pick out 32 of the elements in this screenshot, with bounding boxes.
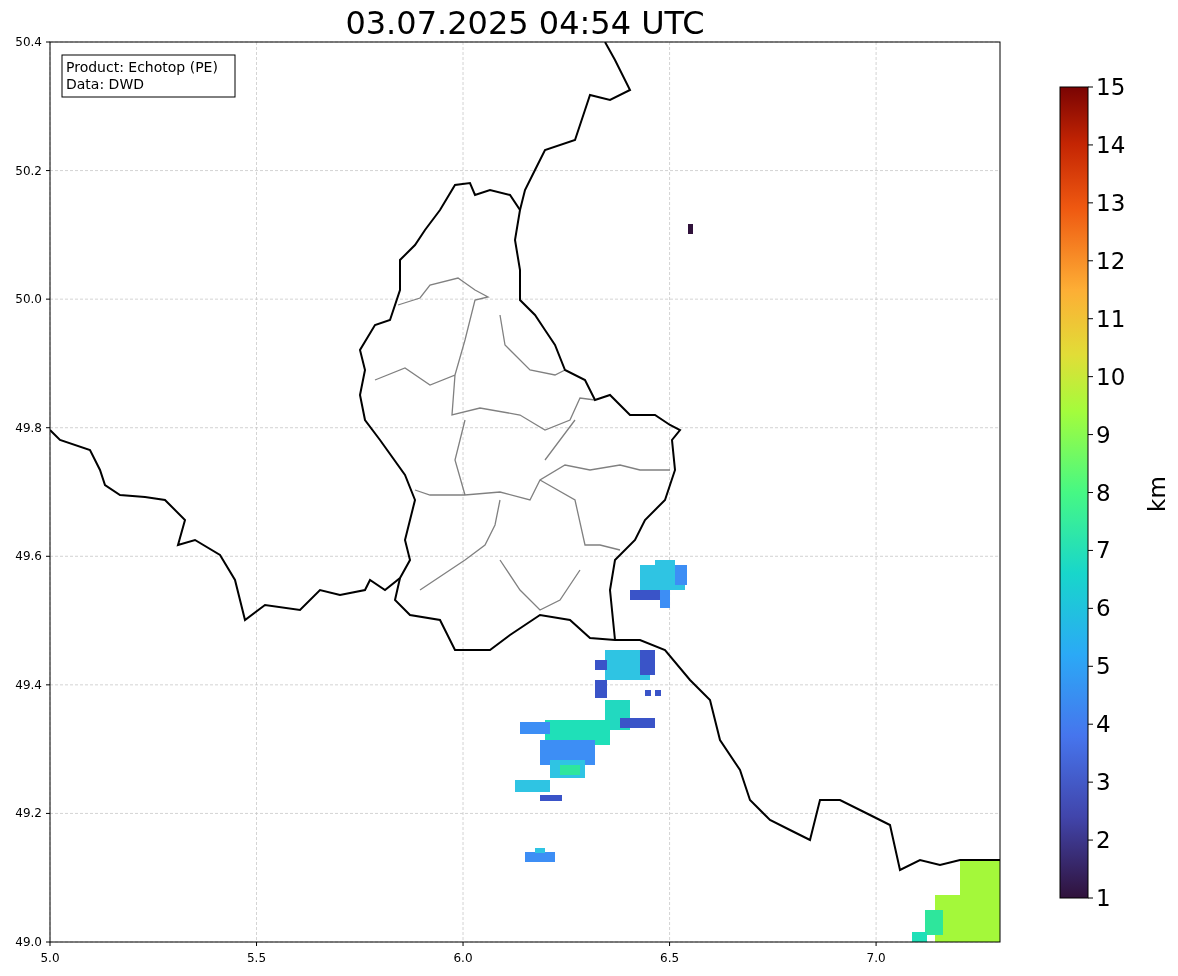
y-tick-label: 49.4 (15, 677, 42, 692)
colorbar-tick-label: 4 (1096, 711, 1111, 738)
colorbar-tick-label: 13 (1096, 189, 1126, 216)
colorbar-tick-label: 1 (1096, 885, 1111, 911)
y-tick-label: 49.6 (15, 549, 42, 564)
colorbar-tick-label: 6 (1096, 595, 1111, 622)
x-tick-label: 5.5 (246, 951, 267, 965)
y-tick-label: 49.0 (15, 935, 42, 949)
colorbar-tick-label: 3 (1096, 769, 1111, 796)
colorbar-tick-label: 2 (1096, 827, 1111, 854)
colorbar-tick-label: 14 (1096, 131, 1126, 158)
x-tick-label: 5.0 (40, 951, 60, 965)
colorbar-tick-label: 12 (1096, 247, 1126, 274)
colorbar-tick-label: 11 (1096, 305, 1126, 332)
colorbar-tick-label: 5 (1096, 653, 1111, 680)
info-text: Product: Echotop (PE) (66, 59, 218, 75)
colorbar-label: km (1144, 476, 1170, 512)
colorbar-tick-label: 10 (1096, 363, 1126, 390)
x-tick-label: 7.0 (866, 951, 886, 965)
y-tick-label: 49.2 (15, 806, 42, 821)
y-tick-label: 50.0 (15, 292, 42, 307)
colorbar-tick-label: 9 (1096, 421, 1111, 448)
y-tick-label: 49.8 (15, 420, 42, 435)
colorbar-tick-label: 15 (1096, 74, 1126, 100)
colorbar-tick-label: 8 (1096, 479, 1111, 506)
y-tick-label: 50.2 (15, 163, 42, 178)
y-tick-label: 50.4 (15, 35, 42, 49)
info-text: Data: DWD (66, 76, 144, 92)
x-tick-label: 6.5 (660, 951, 680, 965)
colorbar-tick-label: 7 (1096, 537, 1111, 564)
figure-title: 03.07.2025 04:54 UTC (345, 4, 705, 42)
x-tick-label: 6.0 (453, 951, 473, 965)
